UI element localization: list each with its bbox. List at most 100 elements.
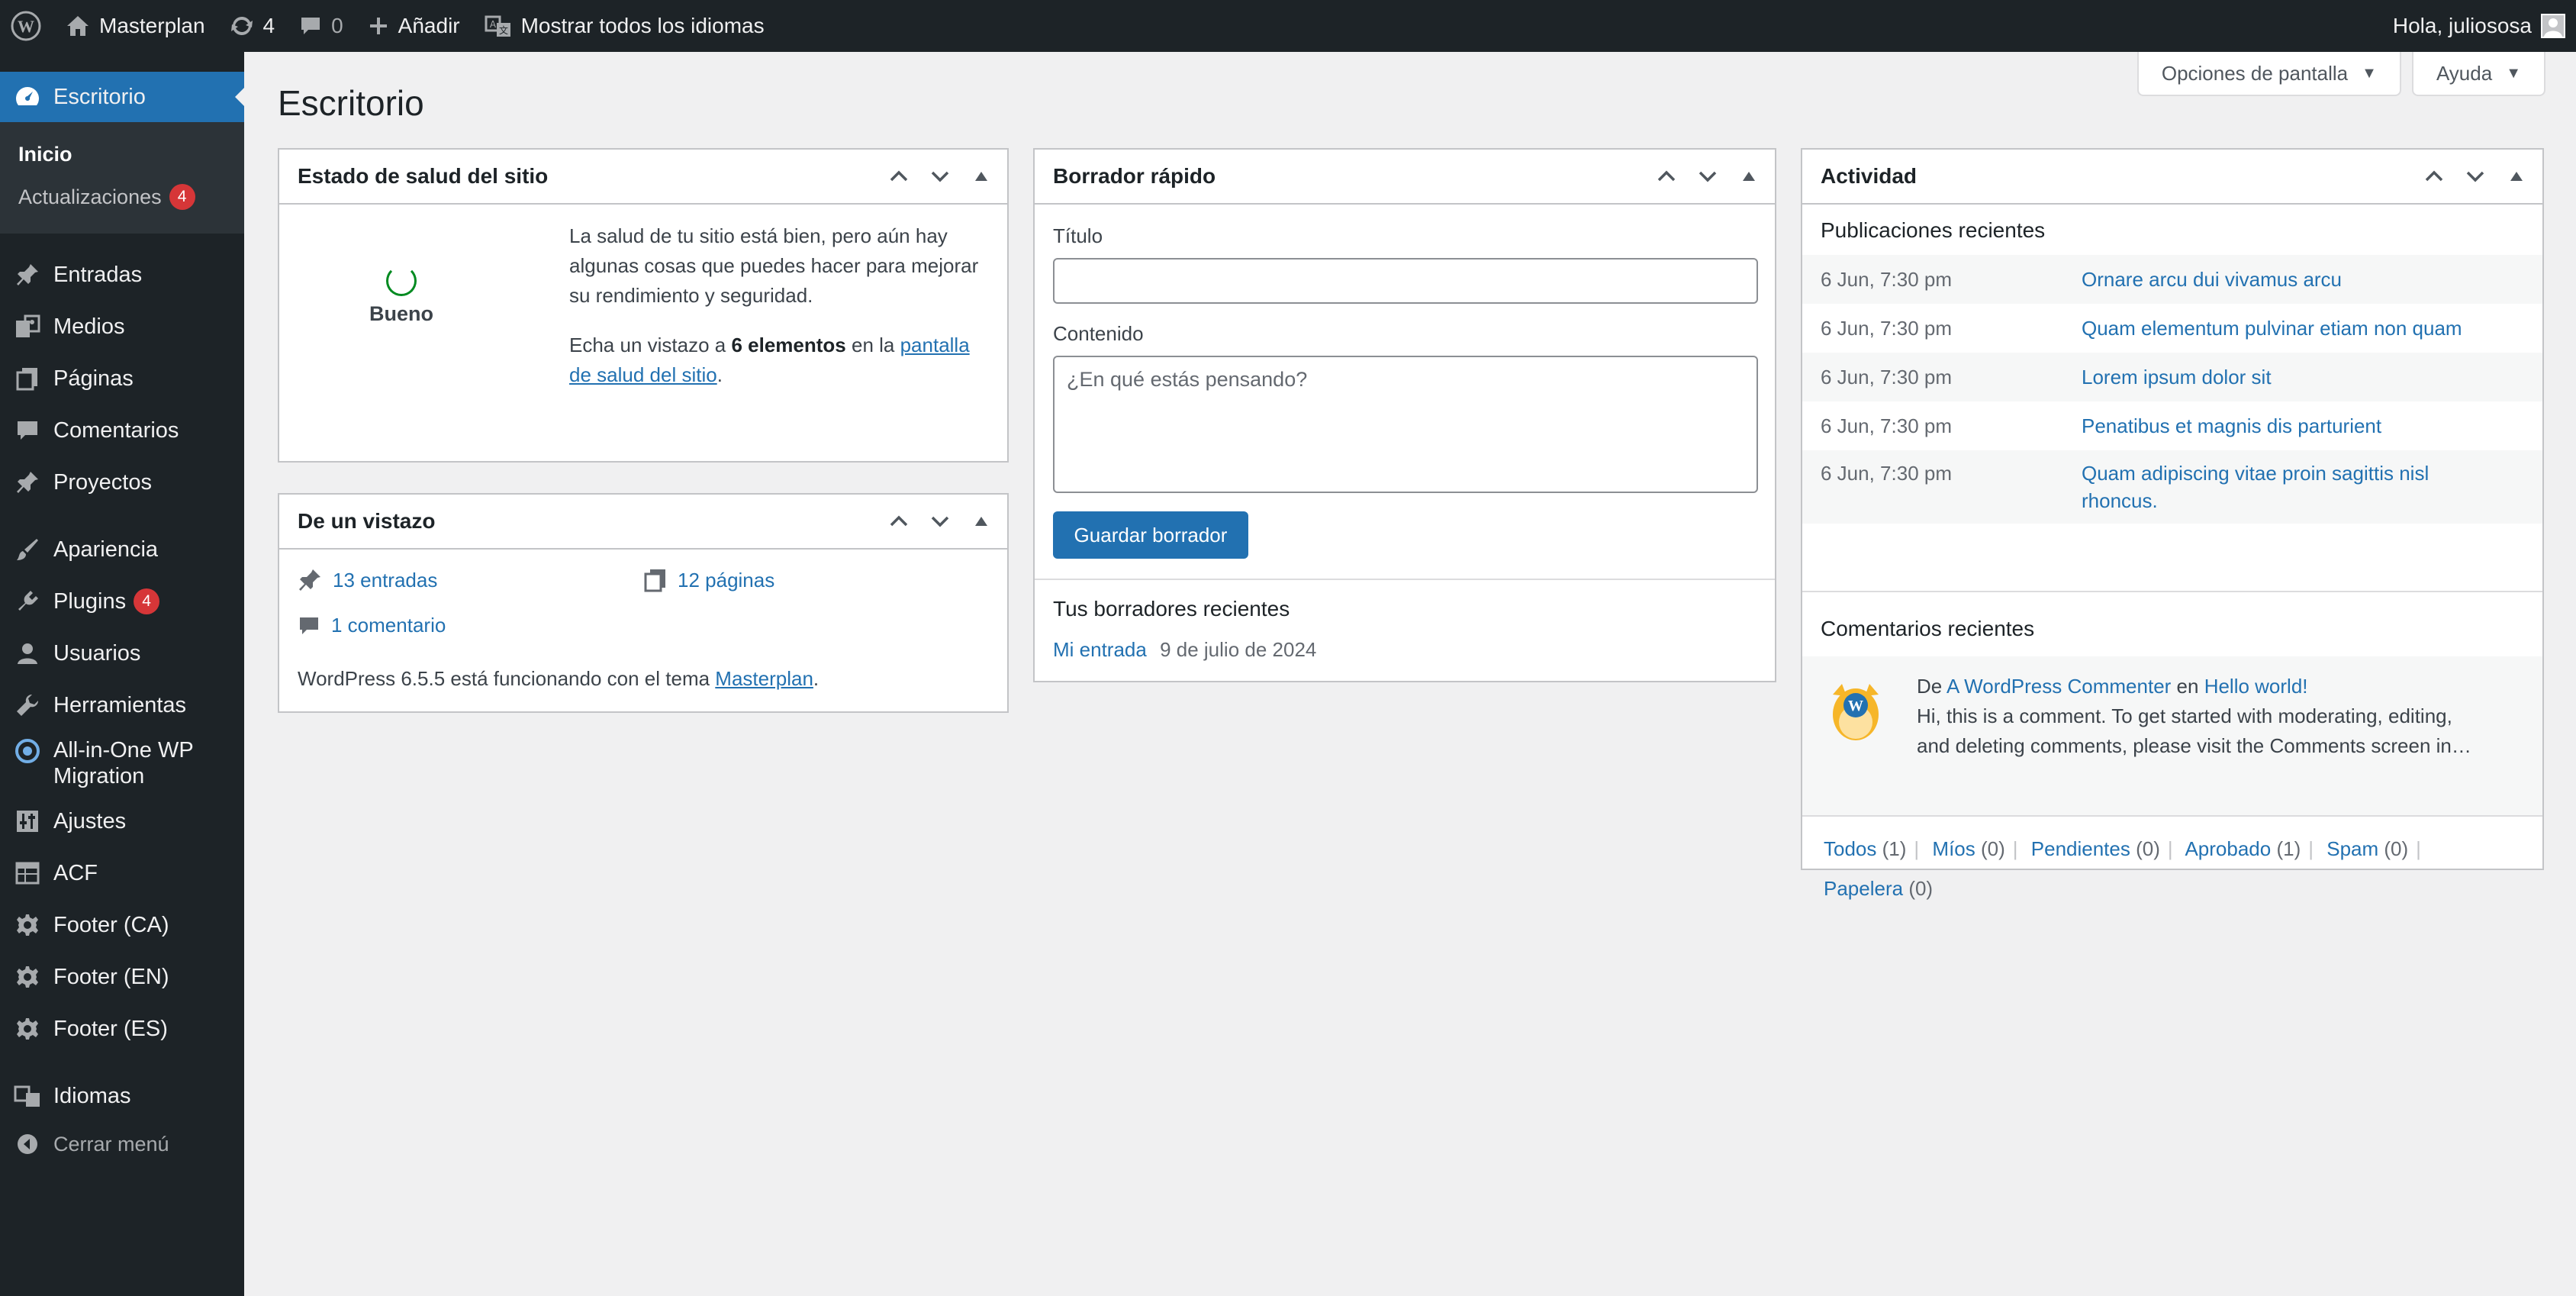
pages-icon bbox=[14, 365, 41, 392]
post-link[interactable]: Ornare arcu dui vivamus arcu bbox=[2082, 268, 2342, 292]
screen-meta-links: Opciones de pantalla ▼ Ayuda ▼ bbox=[2136, 52, 2545, 96]
post-link[interactable]: Penatibus et magnis dis parturient bbox=[2082, 414, 2381, 438]
menu-label-tools: Herramientas bbox=[53, 692, 187, 717]
show-languages-label: Mostrar todos los idiomas bbox=[520, 14, 765, 37]
widget-title: Borrador rápido bbox=[1053, 164, 1216, 188]
pushpin-icon bbox=[298, 568, 322, 592]
draft-content-placeholder: ¿En qué estás pensando? bbox=[1067, 368, 1308, 391]
post-link[interactable]: Lorem ipsum dolor sit bbox=[2082, 366, 2272, 389]
toggle-panel-icon[interactable] bbox=[1731, 158, 1767, 195]
move-up-icon[interactable] bbox=[1648, 158, 1685, 195]
widget-title: De un vistazo bbox=[298, 509, 436, 533]
draft-link[interactable]: Mi entrada bbox=[1053, 638, 1147, 661]
settings-sliders-icon bbox=[14, 808, 41, 835]
move-down-icon[interactable] bbox=[1689, 158, 1726, 195]
draft-title-input[interactable] bbox=[1053, 258, 1758, 304]
add-new-label: Añadir bbox=[398, 14, 460, 37]
menu-label-appearance: Apariencia bbox=[53, 537, 159, 562]
recent-posts-list: 6 Jun, 7:30 pm Ornare arcu dui vivamus a… bbox=[1802, 255, 2542, 524]
submenu-item-home[interactable]: Inicio bbox=[0, 133, 244, 176]
user-account-link[interactable]: Hola, juliososa bbox=[2381, 0, 2576, 52]
move-up-icon[interactable] bbox=[881, 158, 917, 195]
admin-menu: Escritorio Inicio Actualizaciones 4 Entr… bbox=[0, 52, 244, 1296]
menu-item-settings[interactable]: Ajustes bbox=[0, 795, 244, 847]
toggle-panel-icon[interactable] bbox=[963, 158, 1000, 195]
comment-excerpt: Hi, this is a comment. To get started wi… bbox=[1917, 704, 2452, 727]
collapse-menu-label: Cerrar menú bbox=[53, 1132, 169, 1156]
filter-mine-link[interactable]: Míos bbox=[1932, 837, 1975, 860]
menu-item-footer-en[interactable]: Footer (EN) bbox=[0, 951, 244, 1003]
comment-author-link[interactable]: A WordPress Commenter bbox=[1946, 675, 2171, 698]
theme-link[interactable]: Masterplan bbox=[715, 667, 813, 690]
filter-pending-link[interactable]: Pendientes bbox=[2031, 837, 2130, 860]
divider bbox=[1035, 579, 1775, 580]
caret-down-icon: ▼ bbox=[2362, 64, 2377, 82]
show-languages-link[interactable]: A文 Mostrar todos los idiomas bbox=[472, 0, 777, 52]
health-cta: Echa un vistazo a 6 elementos en la pant… bbox=[569, 334, 970, 386]
wordpress-logo-icon[interactable]: W bbox=[0, 0, 53, 52]
menu-item-pages[interactable]: Páginas bbox=[0, 353, 244, 405]
comments-icon bbox=[14, 417, 41, 444]
menu-item-dashboard[interactable]: Escritorio bbox=[0, 72, 244, 122]
move-up-icon[interactable] bbox=[2416, 158, 2452, 195]
comment-post-link[interactable]: Hello world! bbox=[2204, 675, 2308, 698]
health-description-block: La salud de tu sitio está bien, pero aún… bbox=[569, 221, 997, 390]
filter-spam-link[interactable]: Spam bbox=[2326, 837, 2378, 860]
draft-content-textarea[interactable]: ¿En qué estás pensando? bbox=[1053, 356, 1758, 493]
updates-link[interactable]: 4 bbox=[217, 0, 288, 52]
quick-draft-widget: Borrador rápido Título Contenido ¿En qué… bbox=[1033, 148, 1776, 682]
menu-item-media[interactable]: Medios bbox=[0, 301, 244, 353]
menu-item-tools[interactable]: Herramientas bbox=[0, 679, 244, 731]
menu-item-users[interactable]: Usuarios bbox=[0, 627, 244, 679]
pushpin-icon bbox=[14, 469, 41, 496]
site-name-link[interactable]: Masterplan bbox=[53, 0, 217, 52]
menu-item-projects[interactable]: Proyectos bbox=[0, 456, 244, 508]
post-link[interactable]: Quam adipiscing vitae proin sagittis nis… bbox=[2082, 459, 2429, 514]
move-down-icon[interactable] bbox=[2457, 158, 2494, 195]
posts-count-link[interactable]: 13 entradas bbox=[298, 568, 437, 592]
comments-count-link[interactable]: 1 comentario bbox=[298, 614, 446, 637]
menu-label-dashboard: Escritorio bbox=[53, 84, 146, 109]
menu-item-posts[interactable]: Entradas bbox=[0, 249, 244, 301]
gear-icon bbox=[14, 911, 41, 939]
widget-header: Borrador rápido bbox=[1035, 150, 1775, 205]
comment-meta: De A WordPress Commenter en Hello world! bbox=[1917, 675, 2308, 698]
menu-item-all-in-one-wp-migration[interactable]: All-in-One WP Migration bbox=[0, 731, 244, 795]
main-content: Opciones de pantalla ▼ Ayuda ▼ Escritori… bbox=[244, 52, 2576, 1296]
save-draft-button[interactable]: Guardar borrador bbox=[1053, 511, 1248, 559]
filter-trash-link[interactable]: Papelera bbox=[1824, 877, 1903, 900]
recent-comments-heading: Comentarios recientes bbox=[1821, 617, 2035, 640]
pages-count-link[interactable]: 12 páginas bbox=[644, 568, 774, 592]
help-button[interactable]: Ayuda ▼ bbox=[2411, 52, 2545, 96]
menu-item-appearance[interactable]: Apariencia bbox=[0, 524, 244, 575]
filter-approved-link[interactable]: Aprobado bbox=[2185, 837, 2271, 860]
menu-item-acf[interactable]: ACF bbox=[0, 847, 244, 899]
menu-item-footer-es[interactable]: Footer (ES) bbox=[0, 1003, 244, 1055]
submenu-item-updates[interactable]: Actualizaciones 4 bbox=[0, 176, 244, 218]
post-link[interactable]: Quam elementum pulvinar etiam non quam bbox=[2082, 317, 2462, 340]
divider bbox=[1802, 815, 2542, 817]
add-new-link[interactable]: Añadir bbox=[356, 0, 472, 52]
plugin-icon bbox=[14, 588, 41, 615]
svg-text:A: A bbox=[490, 19, 497, 30]
move-down-icon[interactable] bbox=[922, 503, 958, 540]
toggle-panel-icon[interactable] bbox=[2498, 158, 2535, 195]
post-date: 6 Jun, 7:30 pm bbox=[1821, 462, 1952, 485]
move-down-icon[interactable] bbox=[922, 158, 958, 195]
menu-item-plugins[interactable]: Plugins 4 bbox=[0, 575, 244, 627]
svg-text:文: 文 bbox=[499, 24, 508, 36]
widget-header: Estado de salud del sitio bbox=[279, 150, 1007, 205]
menu-label-users: Usuarios bbox=[53, 640, 141, 666]
recent-draft-item: Mi entrada 9 de julio de 2024 bbox=[1053, 638, 1316, 662]
comments-link[interactable]: 0 bbox=[287, 0, 356, 52]
toggle-panel-icon[interactable] bbox=[963, 503, 1000, 540]
screen-options-button[interactable]: Opciones de pantalla ▼ bbox=[2136, 52, 2401, 96]
menu-item-languages[interactable]: Idiomas bbox=[0, 1070, 244, 1122]
menu-item-footer-ca[interactable]: Footer (CA) bbox=[0, 899, 244, 951]
filter-all-link[interactable]: Todos bbox=[1824, 837, 1876, 860]
collapse-menu-button[interactable]: Cerrar menú bbox=[0, 1122, 244, 1166]
wordpress-version-text: WordPress 6.5.5 está funcionando con el … bbox=[298, 667, 819, 690]
move-up-icon[interactable] bbox=[881, 503, 917, 540]
menu-item-comments[interactable]: Comentarios bbox=[0, 405, 244, 456]
list-item: 6 Jun, 7:30 pm Ornare arcu dui vivamus a… bbox=[1802, 255, 2542, 304]
